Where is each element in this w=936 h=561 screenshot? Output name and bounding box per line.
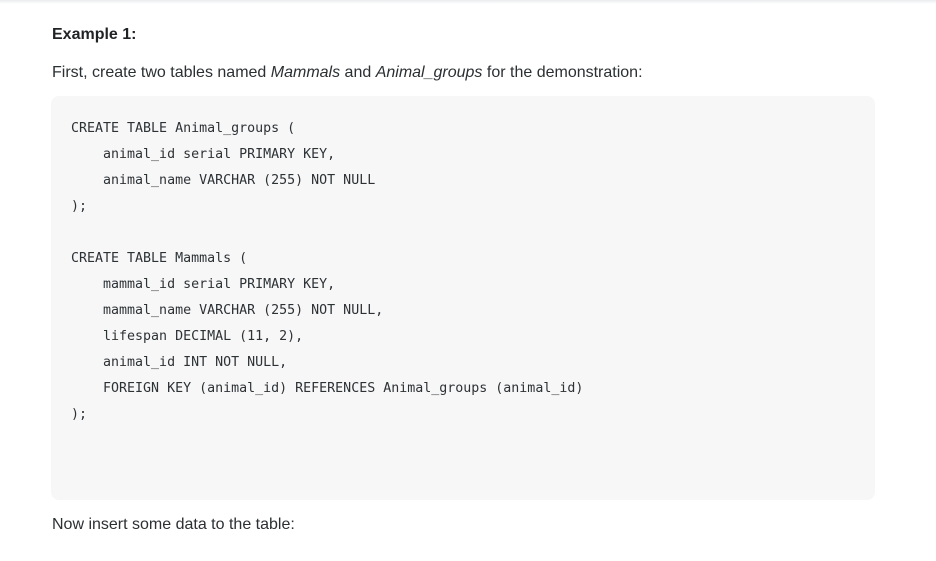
code-line: CREATE TABLE Mammals ( <box>71 251 248 266</box>
outro-paragraph: Now insert some data to the table: <box>52 516 295 533</box>
code-line: animal_name VARCHAR (255) NOT NULL <box>71 173 376 188</box>
intro-text-between: and <box>340 64 376 81</box>
code-line: CREATE TABLE Animal_groups ( <box>71 121 296 136</box>
code-line: animal_id serial PRIMARY KEY, <box>71 147 336 162</box>
code-block[interactable]: CREATE TABLE Animal_groups ( animal_id s… <box>51 96 875 500</box>
code-line: animal_id INT NOT NULL, <box>71 355 288 370</box>
code-line: ); <box>71 199 88 214</box>
top-shadow-divider <box>0 0 936 4</box>
intro-table-animal-groups: Animal_groups <box>375 64 483 81</box>
code-line: mammal_id serial PRIMARY KEY, <box>71 277 336 292</box>
code-line: lifespan DECIMAL (11, 2), <box>71 329 304 344</box>
code-line: ); <box>71 407 88 422</box>
intro-text-before: First, create two tables named <box>52 64 271 81</box>
intro-paragraph: First, create two tables named Mammals a… <box>52 62 643 84</box>
intro-table-mammals: Mammals <box>270 64 341 81</box>
code-line: FOREIGN KEY (animal_id) REFERENCES Anima… <box>71 381 584 396</box>
code-line: mammal_name VARCHAR (255) NOT NULL, <box>71 303 384 318</box>
example-heading: Example 1: <box>52 26 137 43</box>
intro-text-after: for the demonstration: <box>482 64 643 81</box>
